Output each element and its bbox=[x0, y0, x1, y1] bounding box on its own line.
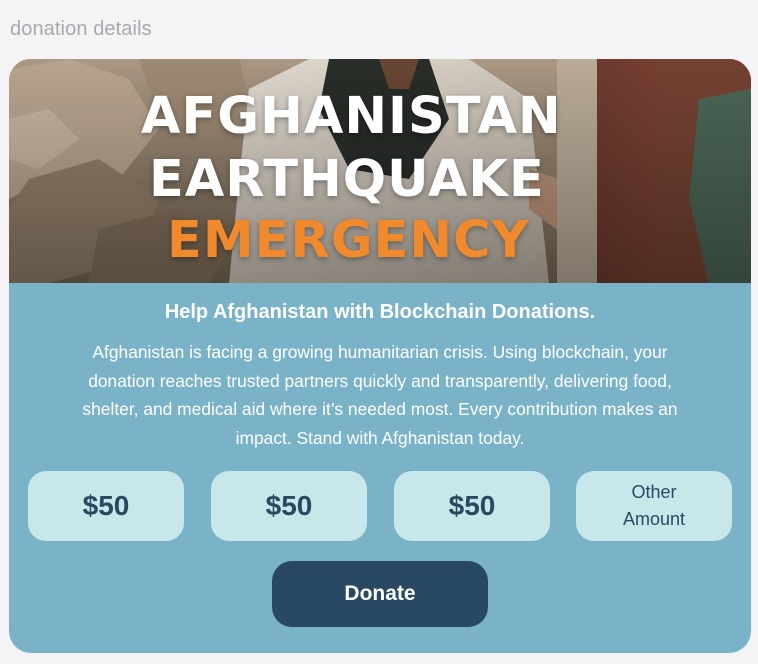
hero-title: AFGHANISTAN EARTHQUAKE EMERGENCY bbox=[119, 91, 579, 266]
hero-banner: AFGHANISTAN EARTHQUAKE EMERGENCY bbox=[9, 59, 751, 283]
donation-content: Help Afghanistan with Blockchain Donatio… bbox=[9, 283, 751, 653]
amount-button-1[interactable]: $50 bbox=[28, 471, 184, 541]
donation-description: Afghanistan is facing a growing humanita… bbox=[82, 342, 678, 448]
other-amount-label-line2: Amount bbox=[622, 509, 686, 529]
other-amount-label-line1: Other bbox=[631, 482, 677, 502]
hero-title-line2: EARTHQUAKE bbox=[149, 150, 545, 209]
hero-title-line3: EMERGENCY bbox=[167, 211, 530, 270]
amount-button-3[interactable]: $50 bbox=[394, 471, 550, 541]
amount-button-label: $50 bbox=[265, 490, 313, 521]
other-amount-button[interactable]: Other Amount bbox=[576, 471, 732, 541]
amount-button-2[interactable]: $50 bbox=[211, 471, 367, 541]
amount-button-label: $50 bbox=[448, 490, 496, 521]
donation-card: AFGHANISTAN EARTHQUAKE EMERGENCY Help Af… bbox=[9, 59, 751, 653]
section-label: donation details bbox=[10, 18, 152, 40]
hero-title-line1: AFGHANISTAN bbox=[141, 87, 562, 146]
donate-button[interactable]: Donate bbox=[272, 561, 488, 627]
donation-heading: Help Afghanistan with Blockchain Donatio… bbox=[164, 301, 596, 323]
amount-button-label: $50 bbox=[82, 490, 130, 521]
